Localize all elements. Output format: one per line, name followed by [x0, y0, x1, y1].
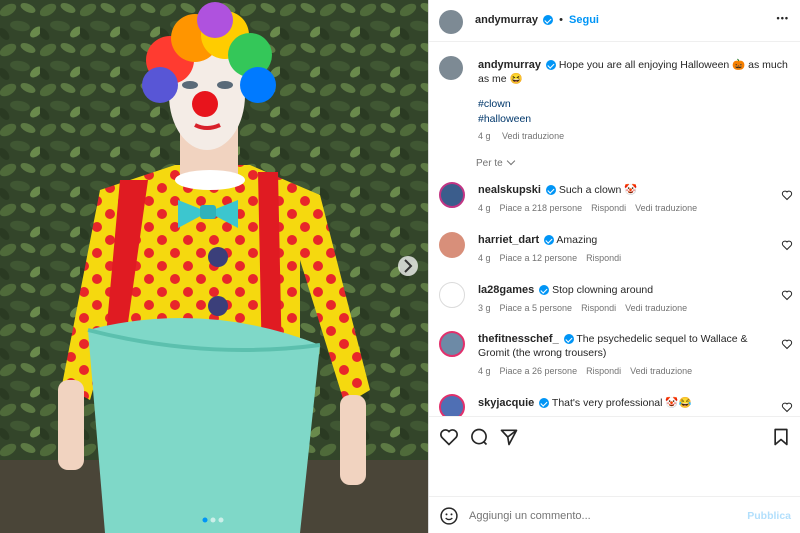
comment-likes[interactable]: Piace a 12 persone: [500, 253, 578, 263]
comment-item: la28games Stop clowning around 3 g Piace …: [429, 280, 800, 320]
commenter-username[interactable]: la28games: [478, 284, 534, 296]
comment-age: 4 g: [478, 366, 491, 376]
action-bar: [429, 416, 800, 496]
commenter-username[interactable]: thefitnesschef_: [478, 333, 559, 345]
verified-icon: [544, 235, 555, 246]
comment-input[interactable]: [469, 507, 739, 525]
save-icon[interactable]: [771, 427, 791, 447]
chevron-right-icon[interactable]: [398, 256, 418, 276]
comment-composer: Pubblica: [429, 496, 800, 533]
commenter-username[interactable]: harriet_dart: [478, 234, 539, 246]
verified-icon: [539, 285, 550, 296]
comment-item: harriet_dart Amazing 4 g Piace a 12 perso…: [429, 230, 800, 270]
comment-text: That's very professional 🤡😂: [551, 397, 692, 409]
post-side-panel: andymurray • Segui ••• andymurray Hope y…: [428, 0, 800, 533]
publish-button[interactable]: Pubblica: [747, 510, 791, 522]
verified-icon: [563, 334, 574, 345]
heart-icon[interactable]: [781, 338, 793, 350]
comment-age: 4 g: [478, 253, 491, 263]
caption-translate-link[interactable]: Vedi traduzione: [502, 131, 564, 141]
share-icon[interactable]: [499, 427, 519, 447]
comment-item: thefitnesschef_ The psychedelic sequel t…: [429, 329, 800, 383]
hashtag-link[interactable]: #halloween: [478, 113, 531, 125]
commenter-avatar[interactable]: [439, 232, 465, 258]
filter-label: Per te: [476, 158, 503, 169]
emoji-icon[interactable]: [439, 506, 459, 526]
heart-icon[interactable]: [439, 427, 459, 447]
hashtag-link[interactable]: #clown: [478, 98, 511, 110]
caption-block: andymurray Hope you are all enjoying Hal…: [429, 52, 800, 152]
author-username[interactable]: andymurray: [475, 14, 538, 26]
translate-link[interactable]: Vedi traduzione: [630, 366, 692, 376]
post-photo: [0, 0, 428, 533]
caption-age: 4 g: [478, 131, 491, 141]
comment-text: Stop clowning around: [552, 284, 654, 296]
comment-age: 4 g: [478, 203, 491, 213]
comment-filter-dropdown[interactable]: Per te: [476, 156, 516, 169]
clown-costume-photo: [0, 0, 428, 533]
separator-dot: •: [559, 14, 563, 26]
reply-button[interactable]: Rispondi: [586, 253, 621, 263]
heart-icon[interactable]: [781, 239, 793, 251]
translate-link[interactable]: Vedi traduzione: [635, 203, 697, 213]
commenter-avatar[interactable]: [439, 331, 465, 357]
comment-age: 3 g: [478, 303, 491, 313]
heart-icon[interactable]: [781, 401, 793, 413]
caption-avatar[interactable]: [439, 56, 463, 80]
follow-button[interactable]: Segui: [569, 14, 599, 26]
commenter-username[interactable]: skyjacquie: [478, 397, 534, 409]
comment-item: skyjacquie That's very professional 🤡😂: [429, 392, 800, 416]
comment-item: nealskupski Such a clown 🤡 4 g Piace a 21…: [429, 180, 800, 220]
comment-likes[interactable]: Piace a 26 persone: [500, 366, 578, 376]
verified-icon: [543, 15, 554, 26]
translate-link[interactable]: Vedi traduzione: [625, 303, 687, 313]
post-header: andymurray • Segui •••: [429, 0, 800, 42]
verified-icon: [545, 185, 556, 196]
heart-icon[interactable]: [781, 289, 793, 301]
caption-username[interactable]: andymurray: [478, 59, 541, 71]
author-avatar[interactable]: [439, 10, 463, 34]
reply-button[interactable]: Rispondi: [581, 303, 616, 313]
reply-button[interactable]: Rispondi: [591, 203, 626, 213]
verified-icon: [545, 60, 556, 71]
reply-button[interactable]: Rispondi: [586, 366, 621, 376]
commenter-avatar[interactable]: [439, 182, 465, 208]
more-icon[interactable]: •••: [777, 13, 789, 23]
comment-likes[interactable]: Piace a 218 persone: [500, 203, 583, 213]
comment-icon[interactable]: [469, 427, 489, 447]
heart-icon[interactable]: [781, 189, 793, 201]
comment-text: Amazing: [556, 234, 598, 246]
commenter-avatar[interactable]: [439, 282, 465, 308]
commenter-username[interactable]: nealskupski: [478, 184, 541, 196]
verified-icon: [539, 398, 550, 409]
comment-text: Such a clown 🤡: [558, 184, 638, 196]
chevron-down-icon: [507, 156, 516, 166]
commenter-avatar[interactable]: [439, 394, 465, 416]
comment-likes[interactable]: Piace a 5 persone: [500, 303, 573, 313]
